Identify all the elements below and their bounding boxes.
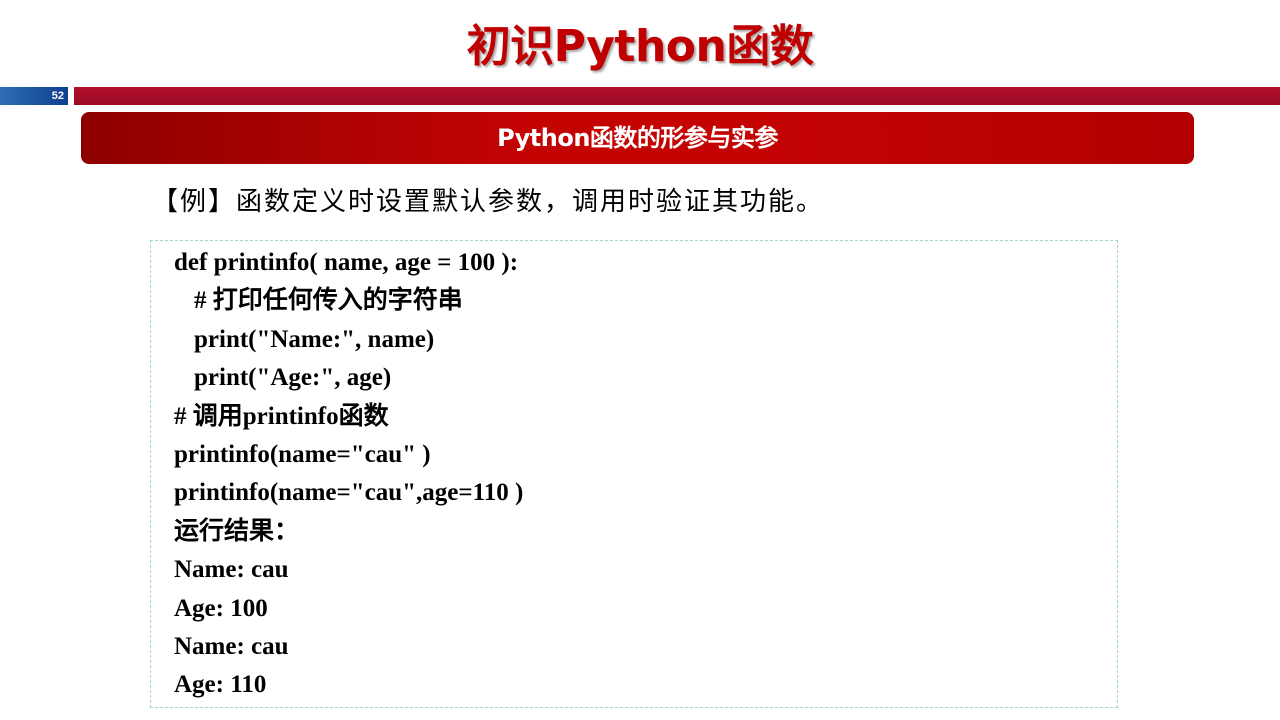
output-line: Name: cau	[174, 556, 289, 584]
code-line: print("Name:", name)	[194, 325, 435, 353]
code-line: # 打印任何传入的字符串	[194, 287, 463, 315]
example-description: 【例】函数定义时设置默认参数，调用时验证其功能。	[152, 187, 825, 217]
code-line: printinfo(name="cau" )	[174, 440, 431, 468]
section-heading-banner: Python函数的形参与实参	[81, 112, 1194, 164]
code-line: print("Age:", age)	[194, 364, 392, 392]
output-line: Name: cau	[174, 632, 289, 660]
code-line: def printinfo( name, age = 100 ):	[174, 249, 519, 276]
code-block: def printinfo( name, age = 100 ): # 打印任何…	[174, 244, 1104, 705]
slide-title: 初识Python函数	[466, 21, 814, 72]
slide-number: 52	[51, 90, 64, 102]
code-line: # 调用printinfo函数	[174, 402, 389, 430]
output-line: Age: 110	[174, 671, 267, 699]
output-label: 运行结果：	[174, 517, 300, 545]
header-divider-bar	[74, 87, 1280, 105]
code-line: printinfo(name="cau",age=110 )	[174, 479, 524, 507]
output-line: Age: 100	[174, 594, 268, 622]
